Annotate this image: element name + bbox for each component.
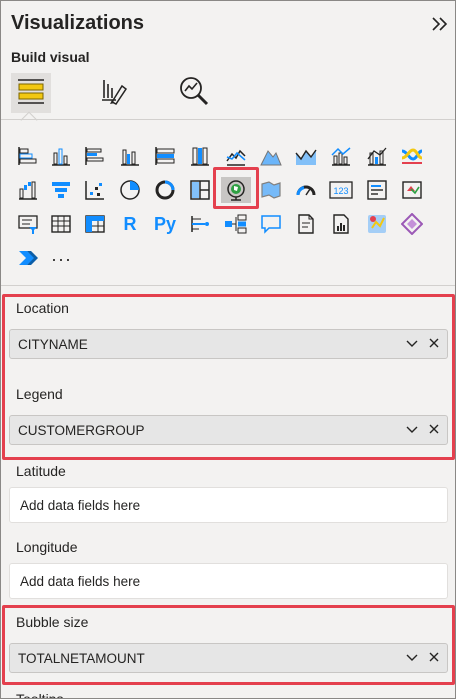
- stacked-bar-chart-icon[interactable]: [15, 143, 41, 169]
- clustered-bar-chart-icon[interactable]: [82, 143, 108, 169]
- matrix-icon[interactable]: [82, 211, 108, 237]
- latitude-label: Latitude: [16, 463, 66, 479]
- key-influencers-icon[interactable]: [187, 211, 213, 237]
- gauge-icon[interactable]: [293, 177, 319, 203]
- clustered-column-chart-icon[interactable]: [117, 143, 143, 169]
- build-visual-tab[interactable]: [11, 73, 51, 113]
- scatter-chart-icon[interactable]: [82, 177, 108, 203]
- table-icon[interactable]: [48, 211, 74, 237]
- analytics-tab[interactable]: [174, 73, 214, 113]
- svg-text:123: 123: [333, 186, 348, 196]
- pie-chart-icon[interactable]: [117, 177, 143, 203]
- selected-visual-highlight: [213, 167, 259, 209]
- 100-stacked-bar-chart-icon[interactable]: [152, 143, 178, 169]
- paginated-report-icon[interactable]: [328, 211, 354, 237]
- python-visual-icon[interactable]: Py: [152, 211, 178, 237]
- r-script-visual-icon[interactable]: R: [117, 211, 143, 237]
- longitude-drop-zone[interactable]: Add data fields here: [9, 563, 448, 599]
- ribbon-chart-icon[interactable]: [399, 143, 425, 169]
- waterfall-chart-icon[interactable]: [15, 177, 41, 203]
- latitude-placeholder: Add data fields here: [20, 498, 141, 513]
- pane-title: Visualizations: [11, 12, 145, 34]
- donut-chart-icon[interactable]: [152, 177, 178, 203]
- double-chevron-right-icon[interactable]: [430, 13, 450, 35]
- stacked-column-chart-icon[interactable]: [48, 143, 74, 169]
- funnel-chart-icon[interactable]: [48, 177, 74, 203]
- longitude-placeholder: Add data fields here: [20, 574, 141, 589]
- qna-icon[interactable]: [258, 211, 284, 237]
- line-and-stacked-column-chart-icon[interactable]: [328, 143, 354, 169]
- bubble-size-highlight: [2, 605, 455, 685]
- area-chart-icon[interactable]: [258, 143, 284, 169]
- power-automate-icon[interactable]: [15, 245, 41, 271]
- tab-underline: [1, 119, 455, 120]
- visualizations-pane: Visualizations Build visual 123 R Py ···…: [0, 0, 456, 699]
- pane-header: Visualizations Build visual: [1, 1, 455, 129]
- card-icon[interactable]: 123: [328, 177, 354, 203]
- format-visual-tab[interactable]: [93, 73, 133, 113]
- kpi-icon[interactable]: [399, 177, 425, 203]
- location-legend-highlight: [2, 294, 455, 460]
- format-visual-icon: [98, 76, 128, 111]
- longitude-label: Longitude: [16, 539, 78, 555]
- filled-map-icon[interactable]: [258, 177, 284, 203]
- tooltips-label: Tooltips: [16, 691, 64, 699]
- azure-map-icon[interactable]: [364, 211, 390, 237]
- more-visuals-button[interactable]: ···: [51, 249, 72, 270]
- line-chart-icon[interactable]: [223, 143, 249, 169]
- build-visual-icon: [16, 76, 46, 111]
- tab-pointer: [20, 111, 38, 129]
- smart-narrative-icon[interactable]: [293, 211, 319, 237]
- stacked-area-chart-icon[interactable]: [293, 143, 319, 169]
- build-visual-label: Build visual: [11, 49, 90, 65]
- power-apps-icon[interactable]: [399, 211, 425, 237]
- section-divider: [1, 285, 455, 286]
- treemap-icon[interactable]: [187, 177, 213, 203]
- multi-row-card-icon[interactable]: [364, 177, 390, 203]
- slicer-icon[interactable]: [15, 211, 41, 237]
- analytics-icon: [178, 75, 210, 112]
- 100-stacked-column-chart-icon[interactable]: [187, 143, 213, 169]
- decomposition-tree-icon[interactable]: [223, 211, 249, 237]
- line-and-clustered-column-chart-icon[interactable]: [364, 143, 390, 169]
- latitude-drop-zone[interactable]: Add data fields here: [9, 487, 448, 523]
